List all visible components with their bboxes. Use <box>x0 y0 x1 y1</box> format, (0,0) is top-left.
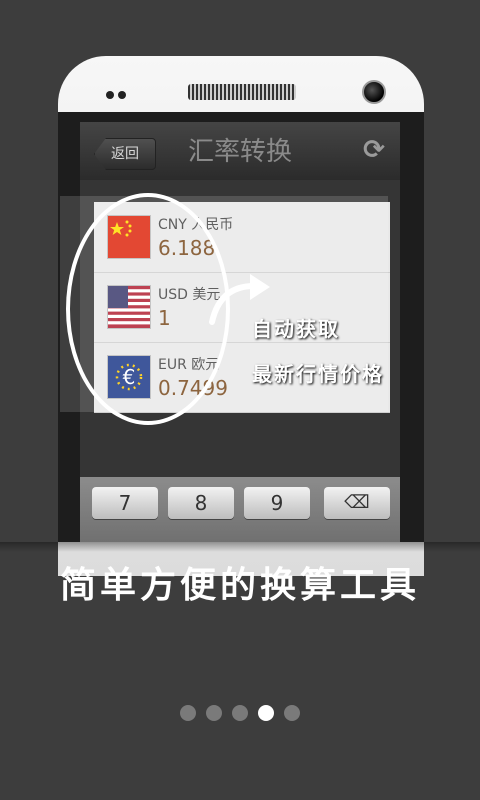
page-dot[interactable] <box>206 705 222 721</box>
page-indicator <box>180 705 300 721</box>
speaker-grille <box>188 84 296 100</box>
number-keypad: 7 8 9 ⌫ <box>80 477 400 542</box>
hint-line-2: 最新行情价格 <box>252 362 384 386</box>
key-8[interactable]: 8 <box>168 487 234 519</box>
sensor-dots <box>106 91 126 99</box>
title-bar: 返回 汇率转换 ⟳ <box>80 122 400 180</box>
backspace-icon[interactable]: ⌫ <box>324 487 390 519</box>
page-dot[interactable] <box>180 705 196 721</box>
page-dot[interactable] <box>232 705 248 721</box>
back-button[interactable]: 返回 <box>94 138 156 170</box>
page-title: 汇率转换 <box>187 137 292 167</box>
hint-line-1: 自动获取 <box>252 317 340 341</box>
page-dot-active[interactable] <box>258 705 274 721</box>
tagline: 简单方便的换算工具 <box>59 565 420 606</box>
shadow-band <box>0 542 480 552</box>
page-dot[interactable] <box>284 705 300 721</box>
key-7[interactable]: 7 <box>92 487 158 519</box>
key-9[interactable]: 9 <box>244 487 310 519</box>
refresh-icon[interactable]: ⟳ <box>360 136 388 164</box>
camera-icon <box>362 80 386 104</box>
